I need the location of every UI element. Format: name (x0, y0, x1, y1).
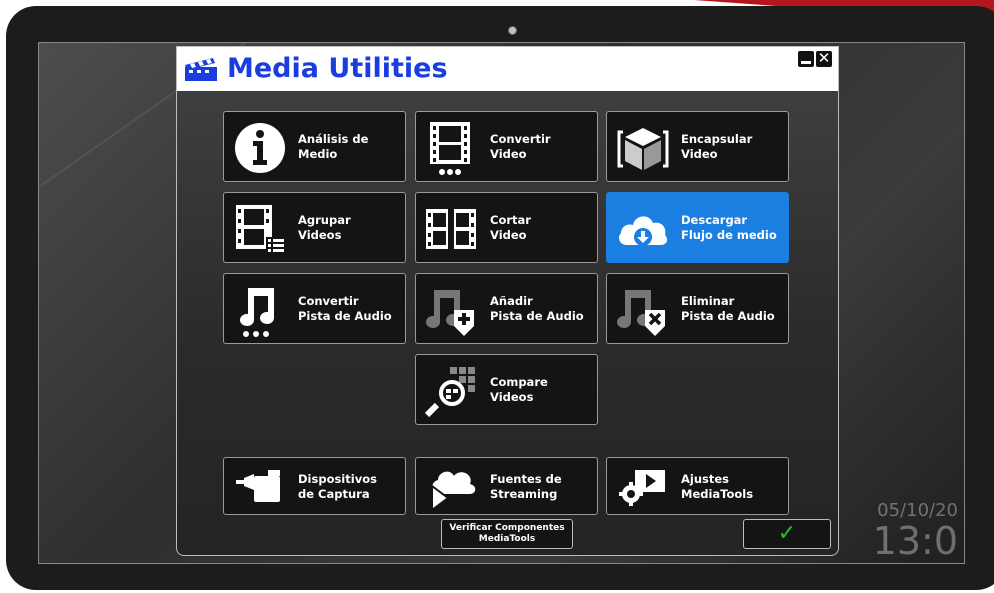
clapperboard-icon (185, 58, 217, 81)
tile-dispositivos-captura[interactable]: Dispositivos de Captura (223, 457, 406, 515)
cloud-play-icon (431, 471, 476, 512)
window-titlebar: Media Utilities ✕ (177, 47, 838, 91)
tile-fuentes-streaming[interactable]: Fuentes de Streaming (415, 457, 598, 515)
settings-play-icon (619, 470, 665, 506)
tile-label: Dispositivos de Captura (298, 472, 377, 501)
close-button[interactable]: ✕ (816, 49, 832, 67)
tile-agrupar-videos[interactable]: Agrupar Videos (223, 192, 406, 263)
camera-icon (236, 470, 280, 502)
tile-label: Añadir Pista de Audio (490, 294, 584, 323)
desktop-clock: 05/10/20 13:0 (873, 500, 958, 561)
film-cut-icon (426, 209, 476, 249)
cloud-download-icon (619, 216, 668, 246)
tile-label: Agrupar Videos (298, 213, 351, 242)
tile-label: Descargar Flujo de medio (681, 213, 777, 242)
tile-descargar-flujo[interactable]: Descargar Flujo de medio (606, 192, 789, 263)
tile-label: Encapsular Video (681, 132, 753, 161)
camera-dot (508, 26, 517, 35)
tile-label: Cortar Video (490, 213, 531, 242)
tile-label: Eliminar Pista de Audio (681, 294, 775, 323)
tile-compare-videos[interactable]: Compare Videos (415, 354, 598, 425)
tile-anadir-audio[interactable]: Añadir Pista de Audio (415, 273, 598, 344)
media-utilities-window: Media Utilities ✕ Análisis de Medio Conve… (176, 46, 839, 556)
ok-button[interactable]: ✓ (743, 519, 831, 549)
tile-label: Fuentes de Streaming (490, 472, 562, 501)
tile-cortar-video[interactable]: Cortar Video (415, 192, 598, 263)
cube-icon (617, 128, 669, 170)
tile-analisis-medio[interactable]: Análisis de Medio (223, 111, 406, 182)
close-icon: ✕ (817, 49, 831, 67)
tile-convertir-audio[interactable]: Convertir Pista de Audio (223, 273, 406, 344)
music-remove-icon (617, 290, 665, 336)
tile-eliminar-audio[interactable]: Eliminar Pista de Audio (606, 273, 789, 344)
tile-convertir-video[interactable]: Convertir Video (415, 111, 598, 182)
film-list-icon (236, 205, 284, 253)
music-note-icon (240, 288, 274, 337)
tile-label: Convertir Pista de Audio (298, 294, 392, 323)
compare-search-icon (424, 367, 475, 418)
info-icon (235, 123, 285, 173)
film-icon (430, 122, 470, 175)
minimize-button[interactable] (798, 51, 814, 67)
tile-label: Convertir Video (490, 132, 551, 161)
checkmark-icon: ✓ (777, 521, 797, 546)
clock-date: 05/10/20 (877, 500, 958, 521)
clock-time: 13:0 (872, 519, 958, 563)
window-title: Media Utilities (227, 53, 448, 84)
music-add-icon (426, 290, 474, 336)
tile-encapsular-video[interactable]: Encapsular Video (606, 111, 789, 182)
tile-ajustes-mediatools[interactable]: Ajustes MediaTools (606, 457, 789, 515)
tile-label: Análisis de Medio (298, 132, 369, 161)
verify-components-button[interactable]: Verificar Componentes MediaTools (441, 519, 573, 549)
tile-label: Ajustes MediaTools (681, 472, 754, 501)
tile-label: Compare Videos (490, 375, 548, 404)
